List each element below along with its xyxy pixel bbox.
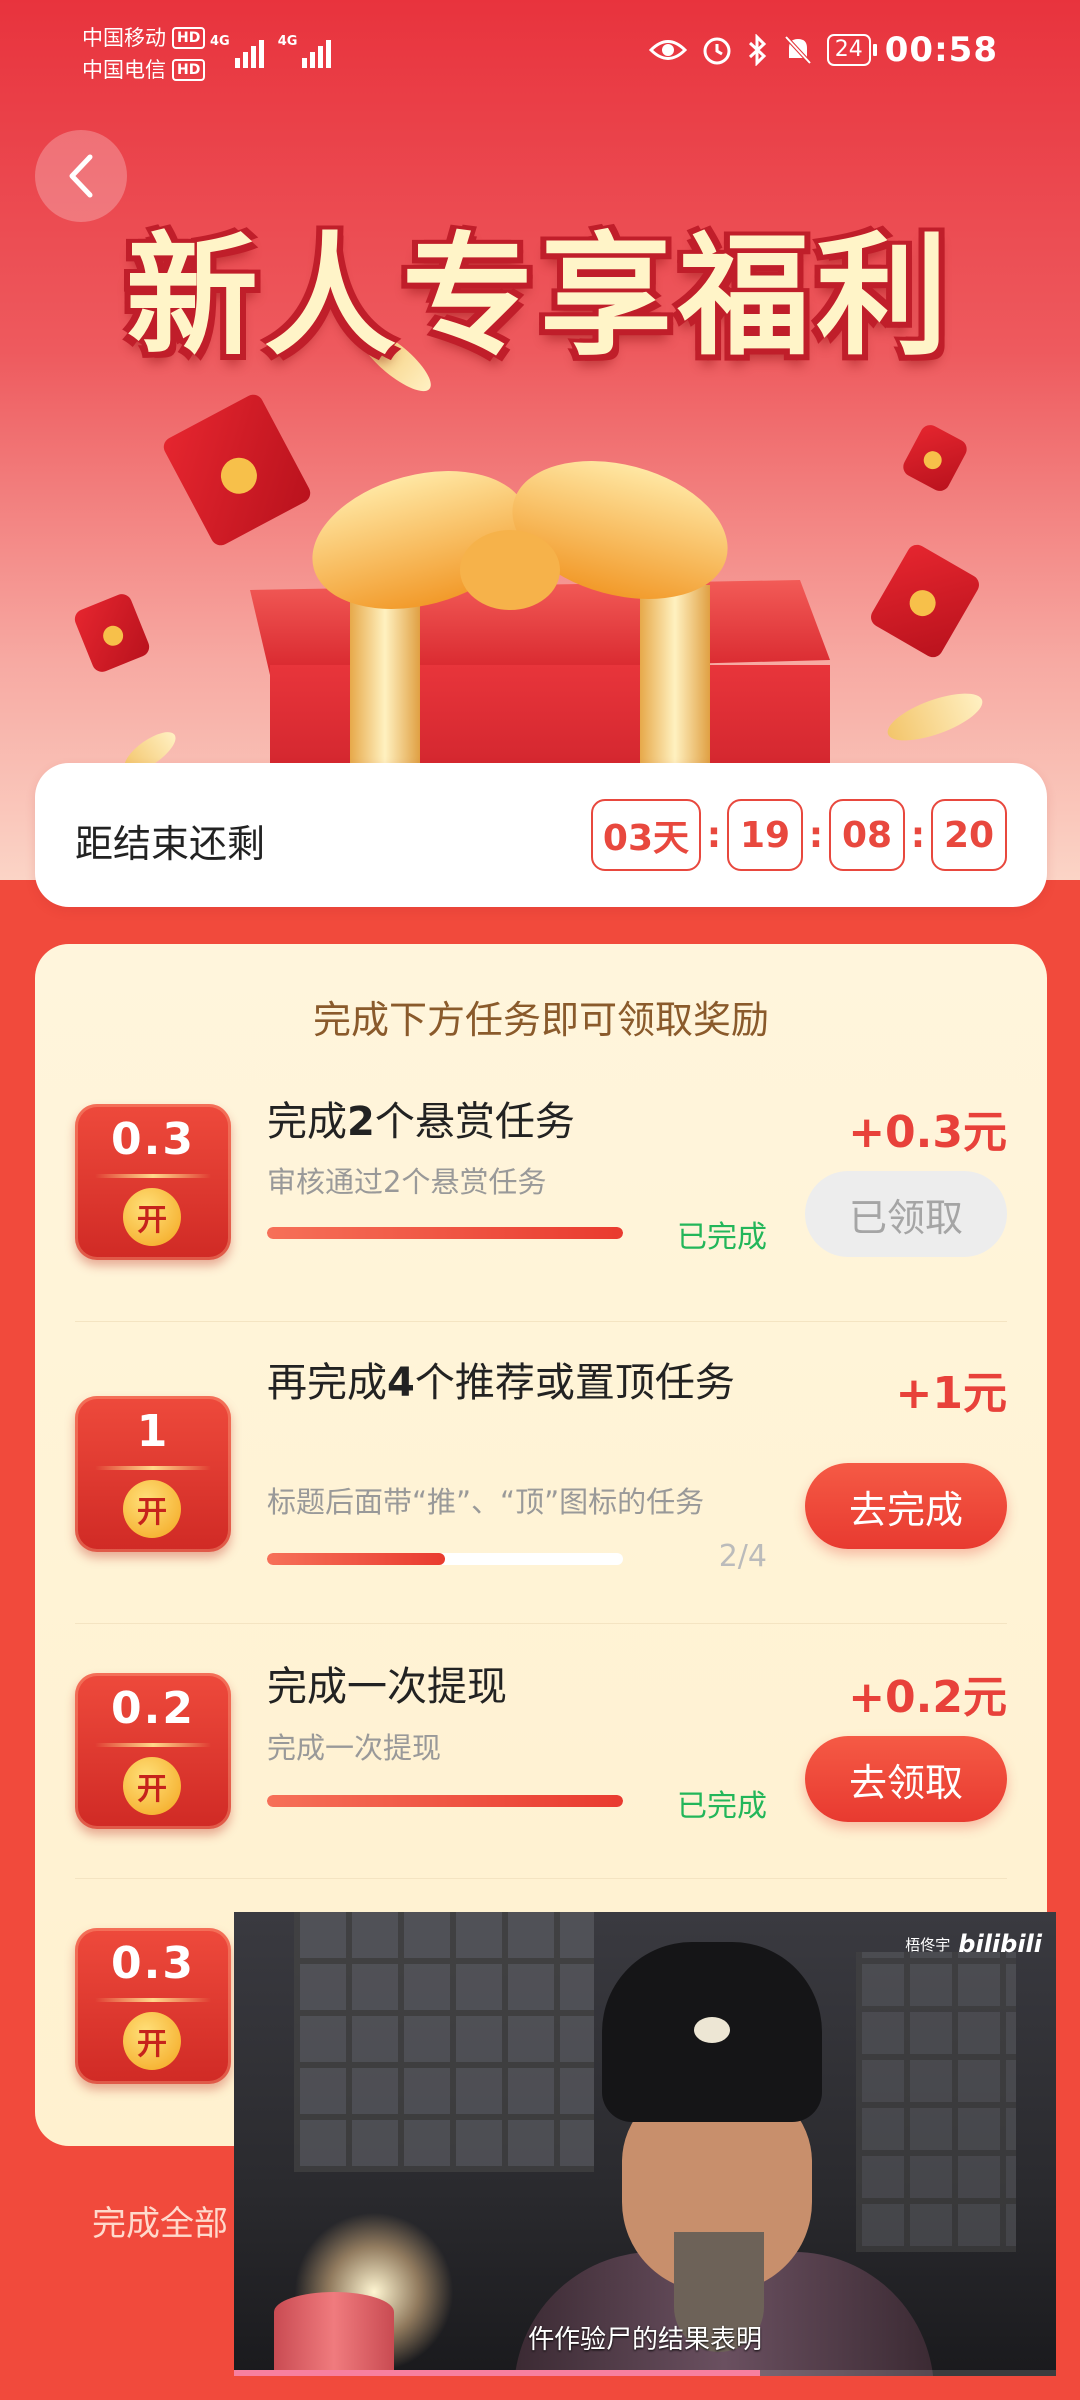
hd-badge: HD (172, 27, 206, 49)
battery-icon: 24 (826, 34, 877, 66)
coin-value: 0.2 (111, 1683, 195, 1734)
bilibili-logo: bilibili (958, 1930, 1042, 1958)
mute-bell-icon (784, 35, 812, 65)
task-status: 已完成 (677, 1220, 767, 1255)
go-complete-button[interactable]: 去完成 (805, 1463, 1007, 1549)
task-description: 审核通过2个悬赏任务 (267, 1165, 547, 1199)
tasks-heading: 完成下方任务即可领取奖励 (312, 998, 769, 1042)
watermark-author: 梧佟宇 (905, 1935, 951, 1954)
reward-coin-badge: 1 开 (75, 1396, 231, 1552)
reward-coin-badge: 0.3 开 (75, 1928, 231, 2084)
bluetooth-icon (748, 34, 766, 66)
signal-indicators: 4G 4G (210, 34, 332, 68)
red-envelope-decoration (899, 421, 971, 495)
back-button[interactable] (35, 130, 127, 222)
task-status: 已完成 (677, 1789, 767, 1824)
task-progress-bar (267, 1795, 623, 1807)
countdown-hours: 19 (727, 799, 803, 871)
task-title: 再完成4个推荐或置顶任务 (267, 1360, 735, 1406)
countdown-separator: : (706, 814, 722, 856)
coin-open-label: 开 (123, 1480, 181, 1538)
status-icons: 24 00:58 (648, 30, 998, 70)
countdown-minutes: 08 (829, 799, 905, 871)
task-item: 0.3 开 完成2个悬赏任务 审核通过2个悬赏任务 已完成 +0.3元 已领取 (75, 1084, 1007, 1322)
claimed-button[interactable]: 已领取 (805, 1171, 1007, 1257)
signal-icon: 4G (278, 34, 332, 68)
task-description: 标题后面带“推”、“顶”图标的任务 (267, 1485, 705, 1519)
reward-coin-badge: 0.3 开 (75, 1104, 231, 1260)
coin-value: 1 (136, 1406, 170, 1457)
status-time: 00:58 (884, 30, 998, 70)
task-title: 完成一次提现 (267, 1664, 507, 1710)
footer-note: 完成全部 (92, 2204, 228, 2244)
countdown-separator: : (808, 814, 824, 856)
task-item: 1 开 再完成4个推荐或置顶任务 标题后面带“推”、“顶”图标的任务 2/4 +… (75, 1321, 1007, 1624)
signal-icon: 4G (210, 34, 264, 68)
carrier-name: 中国移动 (82, 26, 166, 50)
floating-video-player[interactable]: 梧佟宇 bilibili 仵作验尸的结果表明 (234, 1912, 1056, 2376)
coin-open-label: 开 (123, 1188, 181, 1246)
claim-reward-button[interactable]: 去领取 (805, 1736, 1007, 1822)
countdown-separator: : (910, 814, 926, 856)
video-scene-person (694, 2017, 730, 2043)
video-scene-window (856, 1952, 1016, 2252)
task-description: 完成一次提现 (267, 1731, 442, 1765)
eye-icon (648, 40, 687, 60)
confetti-decoration (882, 683, 988, 751)
coin-open-label: 开 (123, 1757, 181, 1815)
task-reward: +0.2元 (848, 1672, 1007, 1723)
task-progress-count: 2/4 (718, 1539, 767, 1574)
hd-badge: HD (172, 59, 206, 81)
red-envelope-decoration (71, 591, 153, 675)
countdown-card: 距结束还剩 03天 : 19 : 08 : 20 (35, 763, 1047, 907)
chevron-left-icon (69, 154, 93, 198)
carrier-name: 中国电信 (82, 58, 166, 82)
coin-open-label: 开 (123, 2012, 181, 2070)
status-bar: 中国移动 HD 中国电信 HD 4G 4G 24 00:58 (0, 0, 1080, 110)
hero-banner: 新人专享福利 (0, 0, 1080, 880)
task-progress-bar (267, 1553, 623, 1565)
carrier-info: 中国移动 HD 中国电信 HD (82, 22, 206, 86)
coin-value: 0.3 (111, 1114, 195, 1165)
countdown-seconds: 20 (931, 799, 1007, 871)
task-reward: +1元 (895, 1368, 1007, 1419)
task-progress-bar (267, 1227, 623, 1239)
video-subtitle: 仵作验尸的结果表明 (527, 2325, 762, 2355)
countdown-timer: 03天 : 19 : 08 : 20 (590, 799, 1007, 871)
red-envelope-decoration (867, 541, 983, 661)
video-scene-window (294, 1912, 594, 2172)
task-title: 完成2个悬赏任务 (267, 1099, 575, 1145)
countdown-label: 距结束还剩 (75, 822, 266, 866)
video-watermark: 梧佟宇 bilibili (905, 1930, 1042, 1958)
video-progress-bar[interactable] (234, 2370, 1056, 2376)
page-title: 新人专享福利 (126, 220, 954, 374)
task-item: 0.2 开 完成一次提现 完成一次提现 已完成 +0.2元 去领取 (75, 1623, 1007, 1879)
reward-coin-badge: 0.2 开 (75, 1673, 231, 1829)
alarm-icon (703, 37, 731, 65)
task-reward: +0.3元 (848, 1107, 1007, 1158)
countdown-days: 03天 (590, 799, 701, 871)
coin-value: 0.3 (111, 1938, 195, 1989)
